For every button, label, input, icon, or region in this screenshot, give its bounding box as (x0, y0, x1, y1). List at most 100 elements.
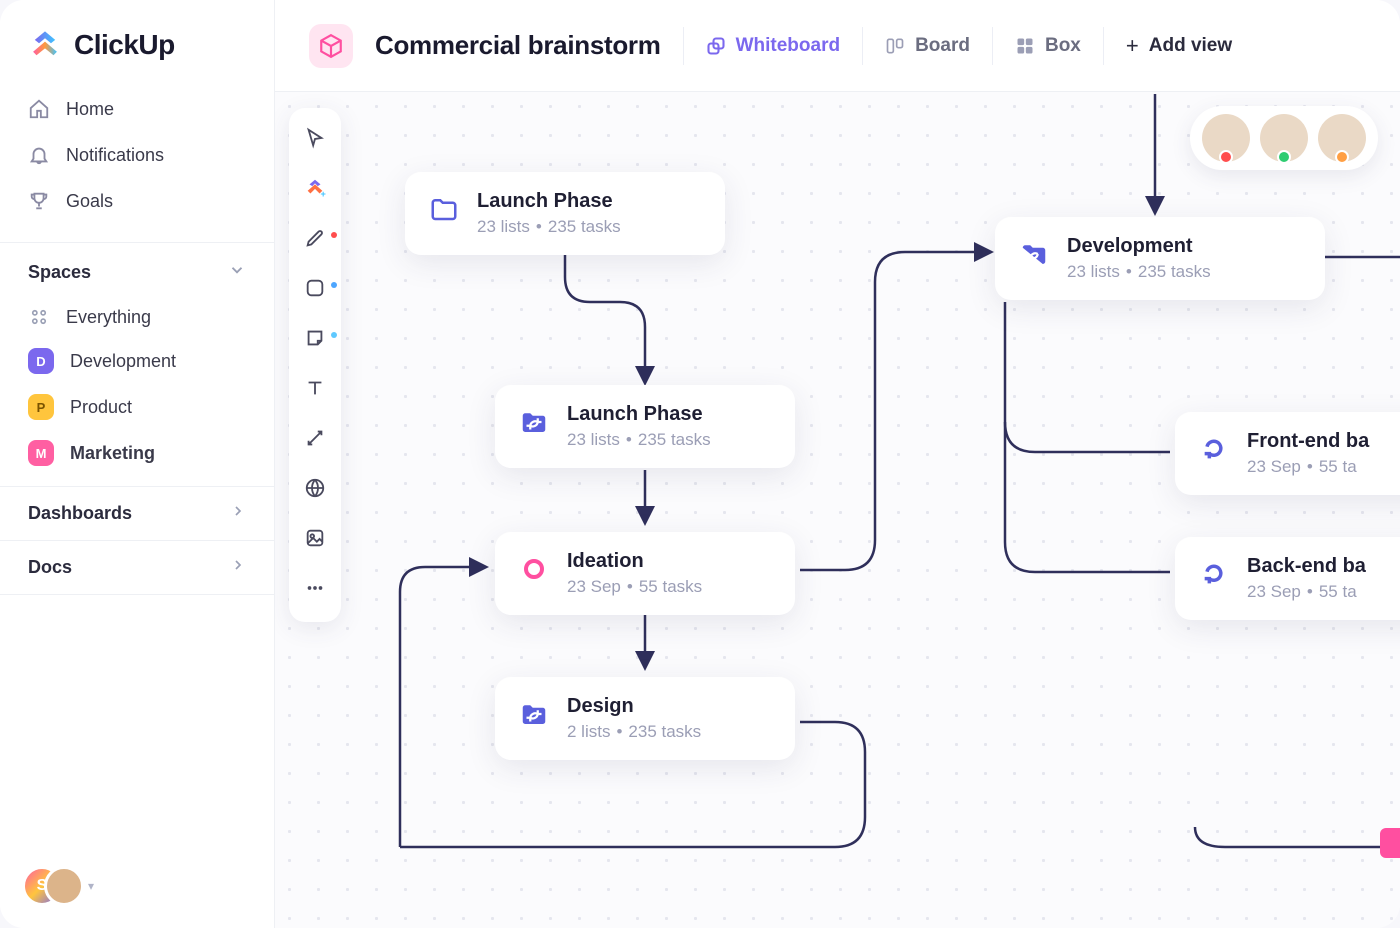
nav-item-home[interactable]: Home (10, 86, 264, 132)
card-subtitle: 23 Sep•55 tasks (567, 577, 702, 597)
view-label: Whiteboard (736, 35, 841, 57)
chevron-right-icon (230, 503, 246, 524)
connector-icon (304, 427, 326, 454)
cycle-arrow-icon (1197, 557, 1231, 591)
space-label: Everything (66, 307, 151, 328)
status-dot (331, 282, 337, 288)
card-subtitle: 23 Sep•55 ta (1247, 582, 1366, 602)
whiteboard-toolbox: + (289, 108, 341, 622)
sync-folder-icon (517, 697, 551, 731)
space-item-marketing[interactable]: M Marketing (10, 430, 264, 476)
user-avatar (44, 866, 84, 906)
spaces-list: Everything D Development P Product M Mar… (0, 294, 274, 486)
status-dot (331, 332, 337, 338)
card-frontend[interactable]: Front-end ba 23 Sep•55 ta (1175, 412, 1400, 495)
add-view-button[interactable]: + Add view (1126, 35, 1232, 57)
brand-name: ClickUp (74, 29, 175, 61)
sidebar-item-dashboards[interactable]: Dashboards (0, 486, 274, 540)
space-label: Marketing (70, 443, 155, 464)
view-tab-board[interactable]: Board (885, 35, 970, 57)
pen-tool[interactable] (297, 222, 333, 258)
card-subtitle: 23 lists•235 tasks (1067, 262, 1211, 282)
box-grid-icon (1015, 36, 1035, 56)
sidebar-bottom: Dashboards Docs (0, 486, 274, 595)
nav-item-notifications[interactable]: Notifications (10, 132, 264, 178)
user-avatar-stack: S (22, 866, 82, 906)
collaborators-pill[interactable] (1190, 106, 1378, 170)
sidebar: ClickUp Home Notifications Goals (0, 0, 275, 928)
image-tool[interactable] (297, 522, 333, 558)
brand[interactable]: ClickUp (0, 0, 274, 84)
card-subtitle: 23 lists•235 tasks (567, 430, 711, 450)
bell-icon (28, 144, 50, 166)
space-badge: M (28, 440, 54, 466)
space-item-everything[interactable]: Everything (10, 296, 264, 338)
svg-text:+: + (321, 189, 326, 199)
space-badge: P (28, 394, 54, 420)
space-item-product[interactable]: P Product (10, 384, 264, 430)
card-development[interactable]: Development 23 lists•235 tasks (995, 217, 1325, 300)
trophy-icon (28, 190, 50, 212)
chevron-down-icon: ▾ (88, 879, 94, 893)
sticky-tool[interactable] (297, 322, 333, 358)
card-title: Design (567, 695, 701, 718)
topbar: Commercial brainstorm Whiteboard Board (275, 0, 1400, 92)
collaborator-avatar (1318, 114, 1366, 162)
space-label: Development (70, 351, 176, 372)
plus-icon: + (1126, 35, 1139, 57)
space-item-development[interactable]: D Development (10, 338, 264, 384)
folder-icon (427, 192, 461, 226)
view-label: Box (1045, 35, 1081, 57)
divider (1103, 27, 1104, 65)
text-tool[interactable] (297, 372, 333, 408)
card-launch-phase-1[interactable]: Launch Phase 23 lists•235 tasks (405, 172, 725, 255)
sync-folder-icon (517, 405, 551, 439)
whiteboard-canvas[interactable]: + (275, 92, 1400, 928)
card-title: Back-end ba (1247, 555, 1366, 578)
clickup-add-tool[interactable]: + (297, 172, 333, 208)
globe-icon (304, 477, 326, 504)
card-title: Ideation (567, 550, 702, 573)
card-subtitle: 23 Sep•55 ta (1247, 457, 1369, 477)
clickup-logo-icon (28, 28, 62, 62)
card-title: Development (1067, 235, 1211, 258)
card-subtitle: 2 lists•235 tasks (567, 722, 701, 742)
more-tool[interactable] (297, 572, 333, 608)
docs-label: Docs (28, 557, 72, 578)
card-title: Launch Phase (567, 403, 711, 426)
add-view-label: Add view (1149, 35, 1232, 57)
nav-label: Goals (66, 191, 113, 212)
edge-marker[interactable] (1380, 828, 1400, 858)
card-design[interactable]: Design 2 lists•235 tasks (495, 677, 795, 760)
box-cube-icon (309, 24, 353, 68)
image-icon (304, 527, 326, 554)
space-label: Product (70, 397, 132, 418)
status-dot (331, 232, 337, 238)
sticky-note-icon (304, 327, 326, 354)
page-title: Commercial brainstorm (375, 30, 661, 61)
pen-icon (304, 227, 326, 254)
primary-nav: Home Notifications Goals (0, 84, 274, 234)
view-tab-box[interactable]: Box (1015, 35, 1081, 57)
clickup-add-icon: + (304, 177, 326, 204)
view-tab-whiteboard[interactable]: Whiteboard (706, 35, 841, 57)
whiteboard-icon (706, 36, 726, 56)
nav-item-goals[interactable]: Goals (10, 178, 264, 224)
sidebar-footer[interactable]: S ▾ (22, 866, 94, 906)
cursor-icon (304, 127, 326, 154)
card-ideation[interactable]: Ideation 23 Sep•55 tasks (495, 532, 795, 615)
grid-dots-icon (28, 306, 50, 328)
nav-label: Notifications (66, 145, 164, 166)
space-badge: D (28, 348, 54, 374)
cursor-tool[interactable] (297, 122, 333, 158)
card-launch-phase-2[interactable]: Launch Phase 23 lists•235 tasks (495, 385, 795, 468)
sidebar-item-docs[interactable]: Docs (0, 540, 274, 595)
main: Commercial brainstorm Whiteboard Board (275, 0, 1400, 928)
card-backend[interactable]: Back-end ba 23 Sep•55 ta (1175, 537, 1400, 620)
shape-tool[interactable] (297, 272, 333, 308)
board-icon (885, 36, 905, 56)
embed-tool[interactable] (297, 472, 333, 508)
spaces-header[interactable]: Spaces (0, 243, 274, 294)
connector-tool[interactable] (297, 422, 333, 458)
status-ring-icon (517, 552, 551, 586)
